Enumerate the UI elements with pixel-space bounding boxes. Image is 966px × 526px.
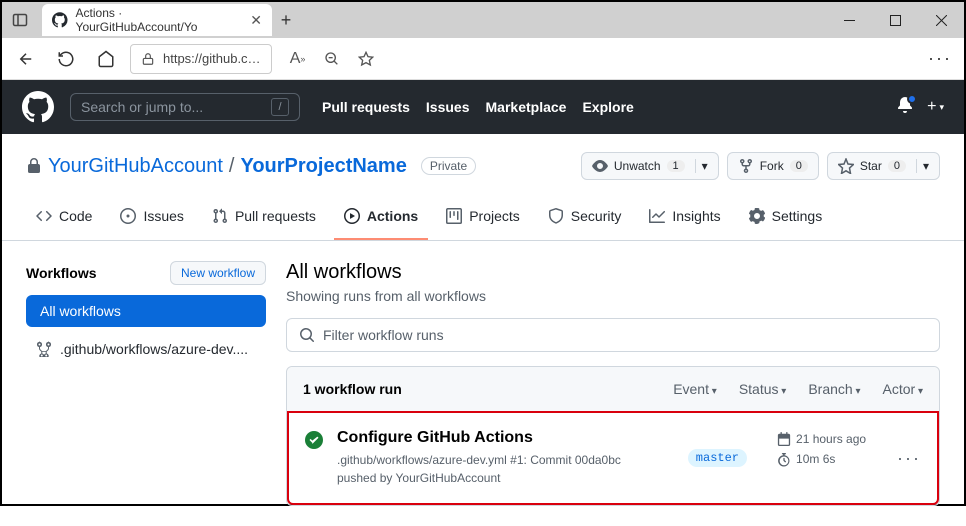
new-tab-button[interactable]: + — [272, 10, 300, 31]
lock-icon — [26, 158, 42, 174]
new-workflow-button[interactable]: New workflow — [170, 261, 266, 285]
tab-issues[interactable]: Issues — [110, 200, 193, 240]
workflow-item-label: .github/workflows/azure-dev.... — [60, 341, 248, 357]
repo-owner-link[interactable]: YourGitHubAccount — [48, 155, 223, 178]
notifications-button[interactable] — [897, 97, 913, 118]
tab-close-icon[interactable]: ✕ — [250, 12, 262, 29]
home-button[interactable] — [90, 43, 122, 75]
github-logo-icon[interactable] — [22, 91, 54, 123]
tab-projects[interactable]: Projects — [436, 200, 530, 240]
run-more-button[interactable]: ··· — [897, 448, 921, 469]
filter-actor[interactable]: Actor — [883, 381, 924, 397]
reader-icon[interactable]: A» — [286, 50, 310, 68]
minimize-button[interactable] — [826, 2, 872, 38]
stopwatch-icon — [777, 453, 791, 467]
tab-security[interactable]: Security — [538, 200, 632, 240]
notification-dot — [907, 94, 917, 104]
run-name: Configure GitHub Actions — [337, 429, 658, 447]
add-dropdown[interactable]: +▾ — [927, 98, 944, 116]
page-subtitle: Showing runs from all workflows — [286, 288, 940, 304]
fork-button[interactable]: Fork 0 — [727, 152, 819, 180]
lock-icon — [141, 52, 155, 66]
workflows-sidebar: Workflows New workflow All workflows .gi… — [26, 261, 266, 506]
star-button[interactable]: Star 0 ▾ — [827, 152, 940, 180]
address-bar: https://github.c… A» ··· — [2, 38, 964, 80]
refresh-button[interactable] — [50, 43, 82, 75]
repo-tabs: Code Issues Pull requests Actions Projec… — [2, 200, 964, 241]
github-header: Search or jump to... / Pull requests Iss… — [2, 80, 964, 134]
search-placeholder: Search or jump to... — [81, 99, 203, 115]
tab-panel-icon[interactable] — [2, 12, 38, 28]
all-workflows-item[interactable]: All workflows — [26, 295, 266, 327]
workflow-run-row[interactable]: Configure GitHub Actions .github/workflo… — [287, 411, 939, 505]
tab-title: Actions · YourGitHubAccount/Yo — [76, 6, 243, 34]
tab-pull-requests[interactable]: Pull requests — [202, 200, 326, 240]
visibility-badge: Private — [421, 157, 476, 175]
nav-explore[interactable]: Explore — [582, 99, 633, 115]
close-window-button[interactable] — [918, 2, 964, 38]
nav-pull-requests[interactable]: Pull requests — [322, 99, 410, 115]
workflow-item[interactable]: .github/workflows/azure-dev.... — [26, 335, 266, 363]
tab-actions[interactable]: Actions — [334, 200, 428, 240]
browser-more-button[interactable]: ··· — [924, 48, 956, 69]
repo-header: YourGitHubAccount / YourProjectName Priv… — [2, 134, 964, 180]
github-search-input[interactable]: Search or jump to... / — [70, 93, 300, 121]
unwatch-button[interactable]: Unwatch 1 ▾ — [581, 152, 719, 180]
browser-tab[interactable]: Actions · YourGitHubAccount/Yo ✕ — [42, 4, 272, 36]
chevron-down-icon: ▾ — [916, 159, 929, 173]
favorite-icon[interactable] — [354, 50, 378, 68]
tab-insights[interactable]: Insights — [639, 200, 730, 240]
sidebar-title: Workflows — [26, 265, 97, 281]
slash-key-icon: / — [271, 98, 289, 116]
eye-icon — [592, 158, 608, 174]
workflow-icon — [36, 341, 52, 357]
run-time-ago: 21 hours ago — [796, 429, 866, 449]
page-title: All workflows — [286, 261, 940, 284]
workflow-runs-box: 1 workflow run Event Status Branch Actor… — [286, 366, 940, 506]
back-button[interactable] — [10, 43, 42, 75]
run-count-label: 1 workflow run — [303, 381, 402, 397]
zoom-icon[interactable] — [320, 50, 344, 68]
success-check-icon — [305, 431, 323, 449]
url-box[interactable]: https://github.c… — [130, 44, 272, 74]
run-desc-line1: .github/workflows/azure-dev.yml #1: Comm… — [337, 451, 658, 469]
filter-branch[interactable]: Branch — [808, 381, 860, 397]
filter-event[interactable]: Event — [673, 381, 717, 397]
chevron-down-icon: ▾ — [695, 159, 708, 173]
tab-settings[interactable]: Settings — [739, 200, 833, 240]
nav-marketplace[interactable]: Marketplace — [486, 99, 567, 115]
url-text: https://github.c… — [163, 51, 261, 66]
github-favicon — [52, 12, 68, 28]
branch-badge[interactable]: master — [688, 449, 747, 467]
run-duration: 10m 6s — [796, 449, 835, 469]
filter-status[interactable]: Status — [739, 381, 787, 397]
tab-code[interactable]: Code — [26, 200, 102, 240]
filter-input[interactable]: Filter workflow runs — [286, 318, 940, 352]
repo-name-link[interactable]: YourProjectName — [240, 155, 406, 178]
filter-placeholder: Filter workflow runs — [323, 327, 444, 343]
fork-icon — [738, 158, 754, 174]
nav-issues[interactable]: Issues — [426, 99, 470, 115]
calendar-icon — [777, 432, 791, 446]
browser-tab-bar: Actions · YourGitHubAccount/Yo ✕ + — [2, 2, 964, 38]
search-icon — [299, 327, 315, 343]
maximize-button[interactable] — [872, 2, 918, 38]
run-desc-line2: pushed by YourGitHubAccount — [337, 469, 658, 487]
star-icon — [838, 158, 854, 174]
